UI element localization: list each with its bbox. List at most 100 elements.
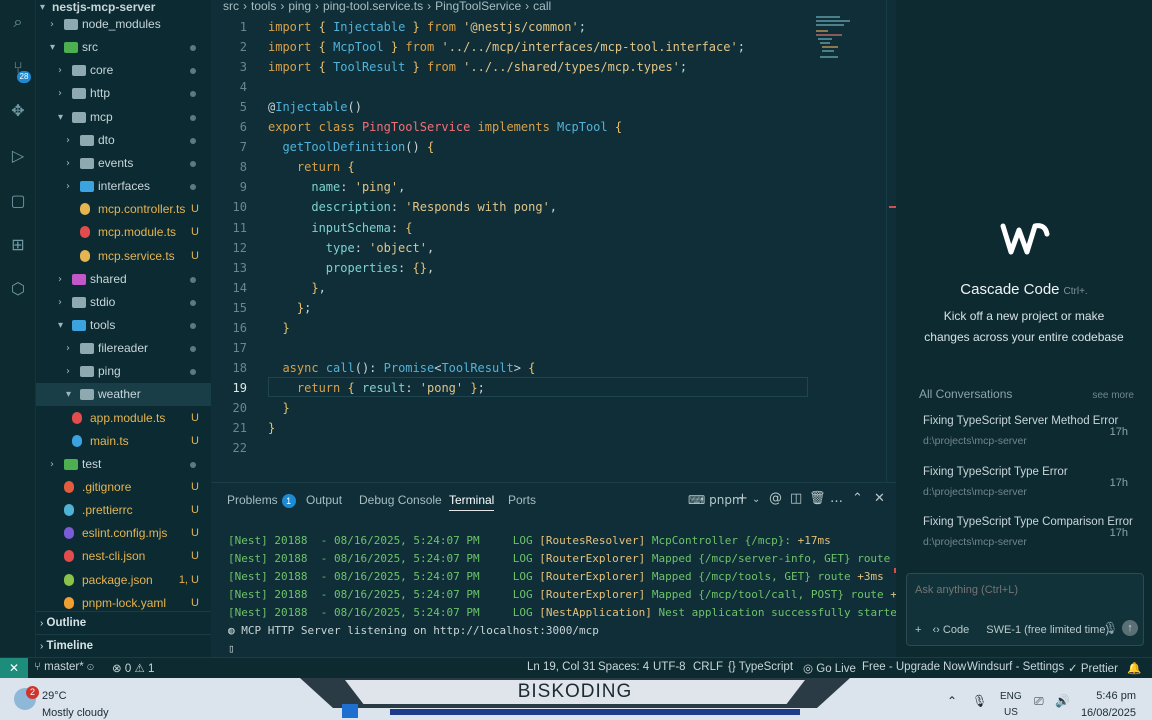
code-line[interactable]: 15 };: [211, 298, 811, 318]
file-app-module-ts[interactable]: app.module.ts U: [36, 407, 211, 430]
folder-stdio[interactable]: › stdio: [36, 291, 211, 314]
region-indicator[interactable]: US: [1004, 707, 1018, 718]
outline-section[interactable]: › Outline: [36, 611, 211, 633]
folder-test[interactable]: › test: [36, 453, 211, 476]
folder-weather[interactable]: ▾ weather: [36, 383, 211, 407]
terminal-profile[interactable]: ⌨ pnpm: [688, 493, 744, 507]
file-eslint-config-mjs[interactable]: eslint.config.mjs U: [36, 522, 211, 545]
code-line[interactable]: 2 import { McpTool } from '../../mcp/inte…: [211, 37, 811, 57]
folder-tools[interactable]: ▾ tools: [36, 314, 211, 337]
code-line[interactable]: 10 description: 'Responds with pong',: [211, 197, 811, 217]
folder-dto[interactable]: › dto: [36, 129, 211, 152]
code-line[interactable]: 9 name: 'ping',: [211, 177, 811, 197]
tab-output[interactable]: Output: [306, 493, 342, 507]
microphone-icon[interactable]: 🎙: [972, 694, 987, 708]
code-line[interactable]: 12 type: 'object',: [211, 238, 811, 258]
code-line[interactable]: 17: [211, 338, 811, 358]
code-line[interactable]: 14 },: [211, 278, 811, 298]
tab-problems[interactable]: Problems 1: [227, 493, 296, 508]
tab-ports[interactable]: Ports: [508, 493, 536, 507]
play-icon[interactable]: ▷: [8, 146, 28, 166]
code-line[interactable]: 21}: [211, 418, 811, 438]
indentation[interactable]: Spaces: 4: [598, 661, 649, 673]
timeline-section[interactable]: › Timeline: [36, 634, 211, 656]
breadcrumb-item[interactable]: src: [223, 0, 239, 13]
code-line[interactable]: 5 @Injectable(): [211, 97, 811, 117]
run-debug-icon[interactable]: ✥: [8, 101, 28, 121]
go-live[interactable]: ◎ Go Live: [803, 661, 856, 675]
more-icon[interactable]: …: [830, 491, 843, 506]
folder-src[interactable]: ▾ src: [36, 36, 211, 59]
remote-indicator[interactable]: ✕: [0, 658, 28, 679]
bell-icon[interactable]: 🔔: [1127, 661, 1141, 675]
language-mode[interactable]: {} TypeScript: [728, 661, 793, 673]
search-icon[interactable]: ⌕: [8, 12, 28, 32]
file-main-ts[interactable]: main.ts U: [36, 430, 211, 453]
file-mcp-service-ts[interactable]: mcp.service.ts U: [36, 245, 211, 268]
taskbar-apps[interactable]: [390, 709, 800, 715]
split-terminal-icon[interactable]: ◫: [790, 491, 802, 506]
upgrade-link[interactable]: Free - Upgrade Now: [862, 661, 966, 673]
file-mcp-module-ts[interactable]: mcp.module.ts U: [36, 221, 211, 244]
folder-core[interactable]: › core: [36, 59, 211, 82]
language-indicator[interactable]: ENG: [1000, 691, 1022, 702]
code-line[interactable]: 22: [211, 438, 811, 458]
folder-ping[interactable]: › ping: [36, 360, 211, 383]
conversation-item[interactable]: Fixing TypeScript Type Comparison Error d…: [918, 511, 1136, 557]
breadcrumb-item[interactable]: ping: [288, 0, 311, 13]
folder-http[interactable]: › http: [36, 82, 211, 105]
editor[interactable]: src › tools › ping › ping-tool.service.ts › Ping…: [211, 0, 896, 482]
code-line[interactable]: 13 properties: {},: [211, 258, 811, 278]
prettier-status[interactable]: ✓ Prettier: [1068, 661, 1118, 675]
folder-shared[interactable]: › shared: [36, 268, 211, 291]
tab-terminal[interactable]: Terminal: [449, 493, 495, 511]
code-line[interactable]: 3 import { ToolResult } from '../../share…: [211, 57, 811, 77]
code-line[interactable]: 20 }: [211, 398, 811, 418]
file--prettierrc[interactable]: .prettierrc U: [36, 499, 211, 522]
code-line[interactable]: 7 getToolDefinition() {: [211, 137, 811, 157]
start-icon[interactable]: [342, 704, 358, 718]
eol[interactable]: CRLF: [693, 661, 723, 673]
encoding[interactable]: UTF-8: [653, 661, 686, 673]
chevron-down-icon[interactable]: ⌄: [752, 494, 760, 505]
folder-mcp[interactable]: ▾ mcp: [36, 106, 211, 129]
add-context-icon[interactable]: +: [915, 624, 921, 636]
chevron-up-icon[interactable]: ⌃: [947, 694, 957, 708]
breadcrumb-item[interactable]: tools: [251, 0, 276, 13]
code-line[interactable]: 19 return { result: 'pong' };: [211, 378, 811, 398]
file-mcp-controller-ts[interactable]: mcp.controller.ts U: [36, 198, 211, 221]
package-icon[interactable]: ⬡: [8, 279, 28, 299]
ask-input[interactable]: [915, 584, 1135, 596]
file-nest-cli-json[interactable]: nest-cli.json U: [36, 545, 211, 568]
folder-interfaces[interactable]: › interfaces: [36, 175, 211, 198]
folder-events[interactable]: › events: [36, 152, 211, 175]
microphone-icon[interactable]: 🎙: [1103, 621, 1118, 635]
breadcrumb-item[interactable]: call: [533, 0, 551, 13]
problems-indicator[interactable]: ⊗ 0 ⚠ 1: [112, 661, 154, 675]
send-button[interactable]: ↑: [1122, 620, 1138, 636]
copilot-icon[interactable]: @: [769, 491, 782, 506]
close-icon[interactable]: ✕: [874, 491, 885, 506]
folder-node-modules[interactable]: › node_modules: [36, 13, 211, 36]
code-line[interactable]: 6 export class PingToolService implements…: [211, 117, 811, 137]
new-terminal-icon[interactable]: +: [737, 491, 748, 506]
windsurf-settings[interactable]: Windsurf - Settings: [967, 661, 1064, 673]
cursor-position[interactable]: Ln 19, Col 31: [527, 661, 595, 673]
code-mode-button[interactable]: ‹› Code: [933, 624, 970, 636]
code-line[interactable]: 11 inputSchema: {: [211, 218, 811, 238]
code-line[interactable]: 1 import { Injectable } from '@nestjs/com…: [211, 17, 811, 37]
tab-debug-console[interactable]: Debug Console: [359, 493, 442, 507]
model-selector[interactable]: SWE-1 (free limited time): [986, 624, 1109, 636]
extensions-icon[interactable]: ⊞: [8, 235, 28, 255]
network-icon[interactable]: ⎚: [1034, 694, 1044, 709]
file--gitignore[interactable]: .gitignore U: [36, 476, 211, 499]
maximize-icon[interactable]: ⌃: [852, 491, 863, 506]
code-line[interactable]: 18 async call(): Promise<ToolResult> {: [211, 358, 811, 378]
breadcrumb-item[interactable]: PingToolService: [435, 0, 521, 13]
branch-indicator[interactable]: ⑂ master* ⊙: [34, 661, 94, 673]
code-line[interactable]: 16 }: [211, 318, 811, 338]
overview-ruler[interactable]: [886, 0, 896, 482]
breadcrumb-item[interactable]: ping-tool.service.ts: [323, 0, 423, 13]
see-more-link[interactable]: see more: [1092, 390, 1134, 401]
volume-icon[interactable]: 🔊: [1055, 694, 1070, 708]
